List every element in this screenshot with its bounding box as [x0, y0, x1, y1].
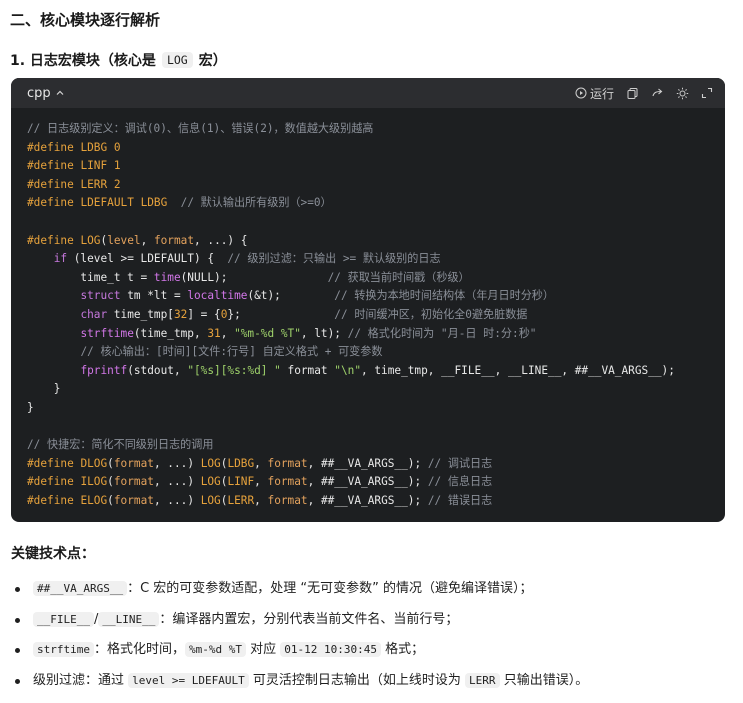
code-line: #define LINF 1: [27, 159, 121, 173]
code-line: // 日志级别定义：调试(0)、信息(1)、错误(2)，数值越大级别越高: [27, 122, 374, 135]
inline-code: level >= LDEFAULT: [128, 673, 249, 689]
chevron-up-icon: [56, 90, 64, 95]
run-label: 运行: [589, 86, 614, 101]
expand-icon[interactable]: [701, 87, 713, 99]
inline-code: strftime: [33, 642, 94, 658]
code-line: struct tm *lt = localtime(&t); // 转换为本地时…: [80, 289, 554, 303]
inline-code-log: LOG: [161, 52, 193, 68]
code-line: if (level >= LDEFAULT) { // 级别过滤：只输出 >= …: [53, 252, 441, 266]
code-line: #define DLOG(format, ...) LOG(LDBG, form…: [27, 456, 493, 470]
inline-code: %m-%d %T: [185, 642, 246, 658]
list-item: strftime ：格式化时间， %m-%d %T 对应 01-12 10:30:4…: [11, 641, 736, 659]
run-button[interactable]: 运行: [575, 85, 614, 102]
code-line: #define ELOG(format, ...) LOG(LERR, form…: [27, 493, 493, 507]
code-line: }: [27, 382, 61, 396]
list-item: 级别过滤：通过 level >= LDEFAULT 可灵活控制日志输出（如上线时…: [11, 672, 736, 690]
inline-code: __FILE__: [33, 611, 94, 627]
code-line: #define LDBG 0: [27, 140, 121, 154]
list-item: __FILE__ / __LINE__ ：编译器内置宏，分别代表当前文件名、当前行号；: [11, 611, 736, 629]
key-points-list: ##__VA_ARGS__ ：C 宏的可变参数适配，处理 “无可变参数” 的情况（…: [11, 580, 736, 703]
theme-toggle-icon[interactable]: [676, 87, 689, 100]
code-toolbar: 运行: [575, 85, 713, 102]
code-line: }: [27, 400, 34, 414]
inline-code: LERR: [465, 673, 500, 689]
code-line: #define ILOG(format, ...) LOG(LINF, form…: [27, 475, 493, 489]
code-line: #define LDEFAULT LDBG // 默认输出所有级别（>=0）: [27, 196, 332, 210]
key-points-title: 关键技术点：: [11, 546, 95, 562]
section-heading: 二、核心模块逐行解析: [10, 11, 161, 29]
code-block: cpp 运行 // 日志级别定义：调试(0)、信息(1)、错误(2)，数值越大级…: [11, 78, 725, 522]
inline-code: __LINE__: [98, 611, 160, 627]
code-line: // 核心输出：[时间][文件:行号] 自定义格式 + 可变参数: [80, 345, 383, 359]
list-item: ##__VA_ARGS__ ：C 宏的可变参数适配，处理 “无可变参数” 的情况（…: [11, 580, 736, 598]
inline-code: ##__VA_ARGS__: [33, 581, 128, 596]
code-line: fprintf(stdout, "[%s][%s:%d] " format "\…: [80, 363, 675, 377]
copy-icon[interactable]: [626, 87, 639, 100]
share-icon[interactable]: [651, 87, 664, 100]
subheading-prefix: 1. 日志宏模块（核心是: [10, 53, 156, 69]
code-line: char time_tmp[32] = {0}; // 时间缓冲区，初始化全0避…: [80, 307, 528, 321]
subheading-suffix: 宏）: [198, 53, 227, 69]
code-line: #define LOG(level, format, ...) {: [27, 233, 248, 247]
play-icon: [575, 87, 587, 99]
subsection-heading: 1. 日志宏模块（核心是 LOG 宏）: [10, 50, 227, 70]
code-line: // 快捷宏：简化不同级别日志的调用: [27, 438, 214, 452]
language-label: cpp: [27, 85, 51, 101]
code-line: time_t t = time(NULL); // 获取当前时间戳（秒级）: [27, 270, 470, 284]
code-line: strftime(time_tmp, 31, "%m-%d %T", lt); …: [80, 326, 537, 340]
language-selector[interactable]: cpp: [27, 86, 65, 101]
code-line: #define LERR 2: [27, 177, 121, 191]
code-block-header: cpp 运行: [11, 78, 725, 108]
code-content: // 日志级别定义：调试(0)、信息(1)、错误(2)，数值越大级别越高 #def…: [11, 108, 725, 510]
inline-code: 01-12 10:30:45: [280, 642, 381, 658]
